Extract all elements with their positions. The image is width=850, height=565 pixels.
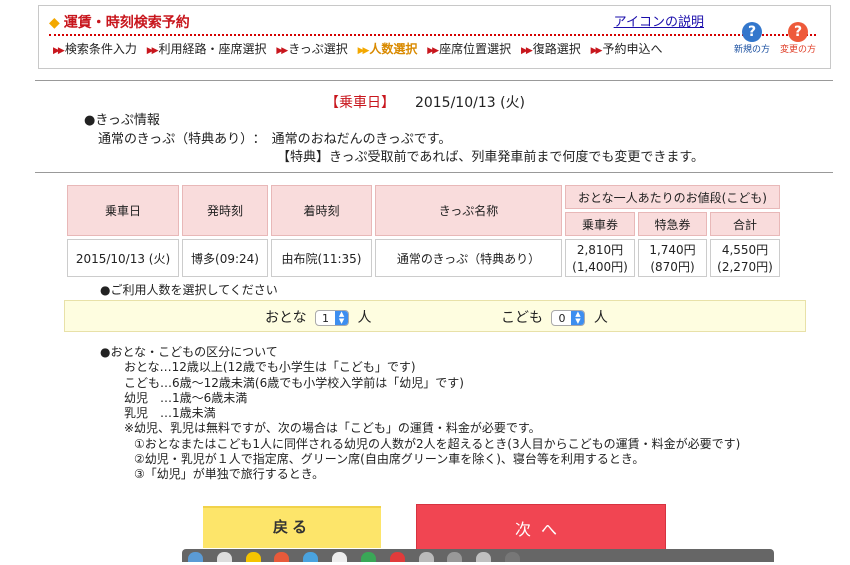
dock-app-icon[interactable] — [332, 552, 348, 562]
stepper-icon: ▲ ▼ — [335, 311, 349, 325]
dock-app-icon[interactable] — [188, 552, 203, 562]
header-ticket-name: きっぷ名称 — [375, 185, 562, 236]
cell-date: 2015/10/13 (火) — [67, 239, 179, 277]
dock-app-icon[interactable] — [505, 552, 521, 562]
step-search-conditions: ▶▶ 検索条件入力 — [53, 42, 137, 56]
step-route-seat: ▶▶ 利用経路・座席選択 — [146, 42, 267, 56]
dock-app-icon[interactable] — [360, 552, 376, 562]
arrow-icon: ▶▶ — [276, 46, 288, 56]
stepper-icon: ▲ ▼ — [571, 311, 585, 325]
table-row: 2015/10/13 (火) 博多(09:24) 由布院(11:35) 通常のき… — [67, 239, 780, 277]
dock-app-icon[interactable] — [447, 552, 463, 562]
step-seat-position: ▶▶ 座席位置選択 — [427, 42, 512, 56]
dock-app-icon[interactable] — [245, 552, 261, 562]
dock-app-icon[interactable] — [418, 552, 434, 562]
dock-app-icon[interactable] — [303, 552, 319, 562]
header-total: 合計 — [710, 212, 780, 236]
header-depart: 発時刻 — [182, 185, 268, 236]
header-box: ◆ 運賃・時刻検索予約 アイコンの説明 ▶▶ 検索条件入力 ▶▶ 利用経路・座席選択 … — [38, 5, 831, 69]
divider — [35, 80, 833, 81]
question-icon: ? — [788, 22, 808, 42]
cell-arrive: 由布院(11:35) — [271, 239, 372, 277]
diamond-icon: ◆ — [49, 15, 60, 31]
arrow-icon: ▶▶ — [427, 46, 439, 56]
dock-app-icon[interactable] — [476, 552, 492, 562]
step-ticket: ▶▶ きっぷ選択 — [276, 42, 348, 56]
count-heading: ●ご利用人数を選択してください — [100, 283, 278, 297]
header-date: 乗車日 — [67, 185, 179, 236]
adult-select[interactable]: 1 ▲ ▼ — [315, 310, 350, 326]
os-dock — [182, 549, 774, 562]
page-title: ◆ 運賃・時刻検索予約 — [49, 15, 190, 31]
header-price-group: おとな一人あたりのお値段(こども) — [565, 185, 780, 209]
child-select[interactable]: 0 ▲ ▼ — [551, 310, 586, 326]
count-bar: おとな 1 ▲ ▼ 人 こども 0 ▲ ▼ 人 — [64, 300, 806, 332]
header-fare: 乗車券 — [565, 212, 635, 236]
age-category-notes: ●おとな・こどもの区分について おとな…12歳以上(12歳でも小学生は「こども」… — [100, 345, 741, 482]
back-button[interactable]: 戻る — [203, 506, 381, 548]
step-apply: ▶▶ 予約申込へ — [590, 42, 663, 56]
dock-app-icon[interactable] — [216, 552, 232, 562]
step-return: ▶▶ 復路選択 — [520, 42, 581, 56]
header-express: 特急券 — [638, 212, 707, 236]
arrow-icon: ▶▶ — [520, 46, 533, 56]
dock-app-icon[interactable] — [389, 552, 405, 562]
help-new-user[interactable]: ? 新規の方 — [732, 22, 772, 55]
question-icon: ? — [742, 22, 762, 42]
ticket-tokuten: 【特典】きっぷ受取前であれば、列車発車前まで何度でも変更できます。 — [277, 150, 705, 165]
dotted-divider — [49, 34, 816, 36]
help-change-user[interactable]: ? 変更の方 — [778, 22, 818, 55]
step-breadcrumb: ▶▶ 検索条件入力 ▶▶ 利用経路・座席選択 ▶▶ きっぷ選択 ▶▶ 人数選択 ▶▶ 座席… — [53, 40, 669, 57]
arrow-icon: ▶▶ — [53, 46, 65, 56]
cell-total: 4,550円 (2,270円) — [710, 239, 780, 277]
cell-ticket-name: 通常のきっぷ（特典あり） — [375, 239, 562, 277]
icon-help-link[interactable]: アイコンの説明 — [614, 11, 704, 30]
help-icons: ? 新規の方 ? 変更の方 — [732, 22, 818, 55]
arrow-icon: ▶▶ — [357, 46, 370, 56]
arrow-icon: ▶▶ — [590, 46, 603, 56]
dock-app-icon[interactable] — [274, 552, 290, 562]
header-arrive: 着時刻 — [271, 185, 372, 236]
adult-count: おとな 1 ▲ ▼ 人 — [265, 310, 372, 326]
cell-express: 1,740円 (870円) — [638, 239, 707, 277]
arrow-icon: ▶▶ — [146, 46, 159, 56]
divider — [35, 172, 833, 173]
ticket-info-row: 通常のきっぷ（特典あり）：通常のおねだんのきっぷです。 — [98, 132, 452, 147]
child-count: こども 0 ▲ ▼ 人 — [501, 310, 608, 326]
cell-fare: 2,810円 (1,400円) — [565, 239, 635, 277]
ticket-info-heading: ●きっぷ情報 — [84, 113, 160, 128]
cell-depart: 博多(09:24) — [182, 239, 268, 277]
step-passengers-active: ▶▶ 人数選択 — [357, 42, 418, 56]
fare-table: 乗車日 発時刻 着時刻 きっぷ名称 おとな一人あたりのお値段(こども) 乗車券 … — [64, 182, 783, 280]
